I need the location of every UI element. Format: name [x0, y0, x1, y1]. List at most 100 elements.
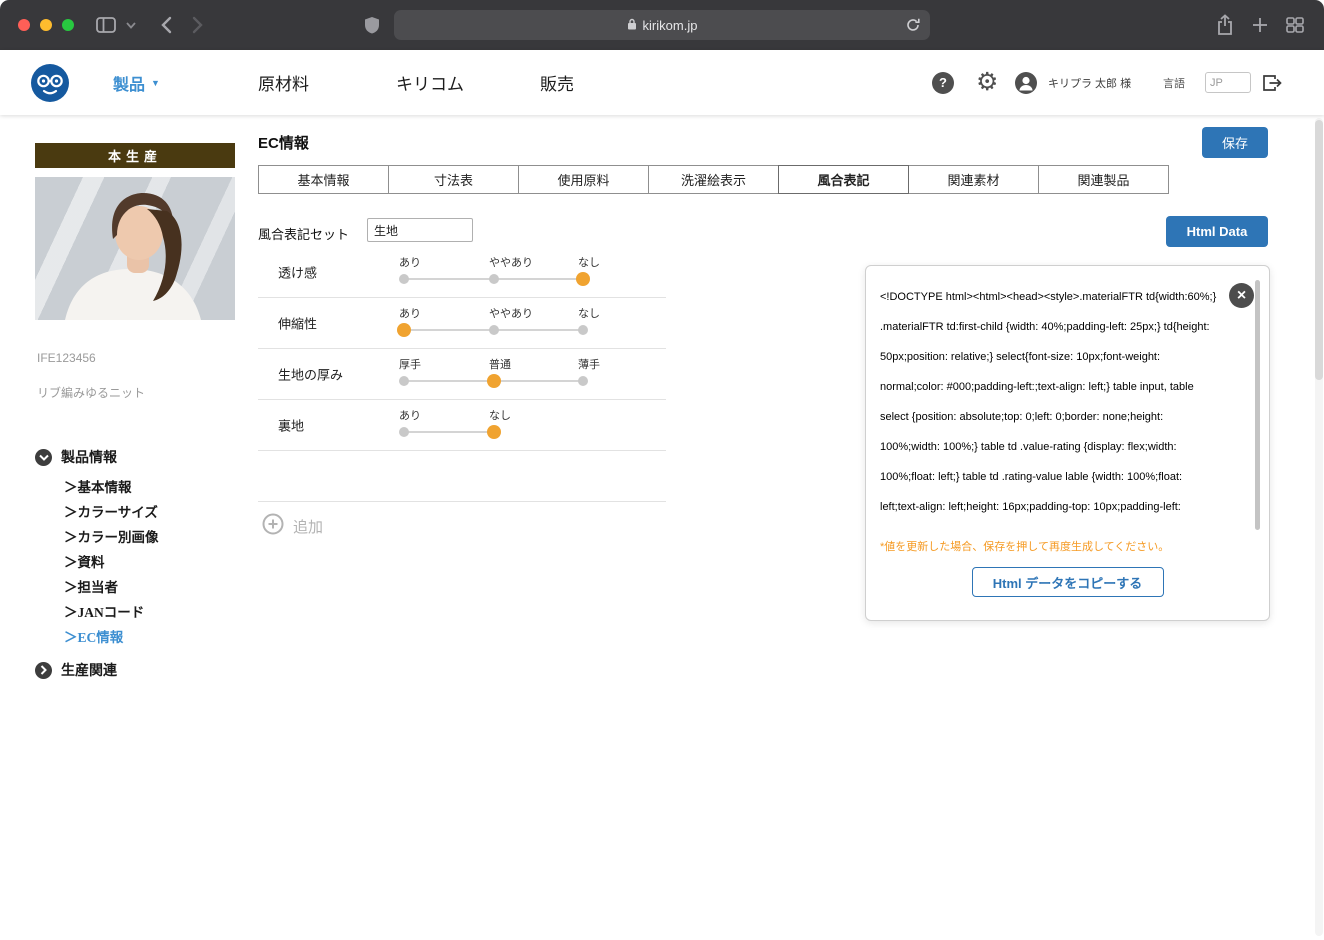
- new-tab-icon[interactable]: [1252, 0, 1268, 50]
- rating-dot[interactable]: [487, 374, 501, 388]
- rating-row-lining: 裏地 あり なし: [258, 400, 666, 451]
- rating-row-empty: [258, 451, 666, 502]
- rating-option: あり: [397, 305, 421, 337]
- save-button[interactable]: 保存: [1202, 127, 1268, 158]
- minimize-window-button[interactable]: [40, 0, 52, 50]
- sidebar-item-jan-code[interactable]: ＞JANコード: [64, 600, 235, 625]
- tab-bar: 基本情報 寸法表 使用原料 洗濯絵表示 風合表記 関連素材 関連製品: [258, 165, 1169, 194]
- rating-option-label: ややあり: [489, 308, 533, 320]
- plus-circle-icon: [262, 513, 284, 540]
- rating-dot[interactable]: [576, 272, 590, 286]
- nav-kiricom[interactable]: キリコム: [396, 50, 464, 115]
- add-rating-button[interactable]: 追加: [262, 513, 323, 540]
- texture-set-label: 風合表記セット: [258, 227, 350, 242]
- app-logo[interactable]: [30, 50, 70, 115]
- rating-option-label: 厚手: [399, 359, 421, 371]
- chevron-down-icon[interactable]: [126, 0, 136, 50]
- product-name: リブ編みゆるニット: [37, 386, 146, 400]
- forward-button[interactable]: [192, 0, 204, 50]
- address-bar[interactable]: kirikom.jp: [394, 10, 930, 40]
- nav-raw-materials[interactable]: 原材料: [258, 50, 309, 115]
- rating-dot[interactable]: [489, 274, 499, 284]
- sidebar-item-ec-info[interactable]: ＞EC情報: [64, 625, 235, 650]
- rating-dot[interactable]: [399, 427, 409, 437]
- copy-html-data-button[interactable]: Html データをコピーする: [971, 567, 1164, 597]
- rating-dot[interactable]: [399, 376, 409, 386]
- privacy-shield-icon[interactable]: [364, 0, 380, 50]
- tab-related-products[interactable]: 関連製品: [1038, 165, 1169, 194]
- rating-option-label: あり: [399, 410, 421, 422]
- page-scrollbar[interactable]: [1315, 118, 1323, 936]
- sidebar-item-color-images[interactable]: ＞カラー別画像: [64, 525, 235, 550]
- logout-icon[interactable]: [1261, 50, 1283, 115]
- sidebar-section-product-info[interactable]: 製品情報: [35, 447, 235, 467]
- rating-option: あり: [399, 407, 421, 437]
- back-button[interactable]: [160, 0, 172, 50]
- close-icon[interactable]: ×: [1229, 283, 1254, 308]
- rating-dot[interactable]: [578, 376, 588, 386]
- chevron-right-circle-icon: [35, 661, 52, 679]
- rating-option-label: ややあり: [489, 257, 533, 269]
- rating-row-stretch: 伸縮性 あり ややあり なし: [258, 298, 666, 349]
- zoom-window-button[interactable]: [62, 0, 74, 50]
- language-label: 言語: [1163, 77, 1185, 90]
- rating-dot[interactable]: [578, 325, 588, 335]
- chevron-down-circle-icon: [35, 448, 52, 466]
- rating-option: 厚手: [399, 356, 421, 386]
- sidebar-item-documents[interactable]: ＞資料: [64, 550, 235, 575]
- production-status-badge: 本生産: [35, 143, 235, 168]
- settings-gear-icon[interactable]: ⚙: [976, 50, 998, 115]
- sidebar-toggle-icon[interactable]: [96, 0, 116, 50]
- rating-dot[interactable]: [489, 325, 499, 335]
- tab-dimensions[interactable]: 寸法表: [388, 165, 519, 194]
- refresh-icon[interactable]: [906, 18, 920, 35]
- rating-option: あり: [399, 254, 421, 284]
- html-data-button[interactable]: Html Data: [1166, 216, 1268, 247]
- page-scrollbar-thumb[interactable]: [1315, 120, 1323, 380]
- texture-set-input[interactable]: [367, 218, 473, 242]
- sidebar-section-production[interactable]: 生産関連: [35, 660, 235, 680]
- rating-label: 透け感: [278, 265, 318, 281]
- rating-dot[interactable]: [399, 274, 409, 284]
- tab-care-labels[interactable]: 洗濯絵表示: [648, 165, 779, 194]
- sidebar-item-basic-info[interactable]: ＞基本情報: [64, 475, 235, 500]
- rating-option: ややあり: [489, 305, 533, 335]
- tab-texture-notation[interactable]: 風合表記: [778, 165, 909, 194]
- caret-down-icon: ▼: [151, 77, 160, 88]
- account-icon[interactable]: [1014, 50, 1038, 115]
- rating-option-label: 薄手: [578, 359, 600, 371]
- sidebar-items: ＞基本情報 ＞カラーサイズ ＞カラー別画像 ＞資料 ＞担当者 ＞JANコード ＞…: [64, 475, 235, 650]
- rating-option-label: 普通: [489, 359, 511, 371]
- sidebar-section-label: 製品情報: [61, 451, 117, 466]
- close-window-button[interactable]: [18, 0, 30, 50]
- user-name: キリプラ 太郎 様: [1048, 77, 1132, 90]
- language-input[interactable]: [1205, 72, 1251, 93]
- share-icon[interactable]: [1216, 0, 1234, 50]
- rating-option-label: あり: [399, 308, 421, 320]
- ratings-table: 透け感 あり ややあり なし 伸縮性 あり ややあり なし 生地の厚み 厚手 普…: [258, 247, 666, 502]
- rating-option: なし: [576, 254, 600, 286]
- product-dropdown[interactable]: 製品 ▼: [113, 50, 160, 115]
- help-icon[interactable]: ?: [932, 50, 954, 115]
- rating-option-label: なし: [489, 410, 511, 422]
- panel-scrollbar[interactable]: [1255, 280, 1260, 530]
- rating-dot[interactable]: [397, 323, 411, 337]
- sidebar-item-color-size[interactable]: ＞カラーサイズ: [64, 500, 235, 525]
- lock-icon: [627, 18, 637, 33]
- nav-sales[interactable]: 販売: [540, 50, 574, 115]
- tab-overview-icon[interactable]: [1286, 0, 1304, 50]
- tab-related-materials[interactable]: 関連素材: [908, 165, 1039, 194]
- app-header: 製品 ▼ 原材料 キリコム 販売 ? ⚙ キリプラ 太郎 様 言語: [0, 50, 1324, 115]
- add-button-label: 追加: [293, 519, 324, 536]
- tab-materials-used[interactable]: 使用原料: [518, 165, 649, 194]
- regenerate-warning: *値を更新した場合、保存を押して再度生成してください。: [880, 541, 1170, 553]
- page-title: EC情報: [258, 135, 309, 152]
- rating-row-transparency: 透け感 あり ややあり なし: [258, 247, 666, 298]
- rating-dot[interactable]: [487, 425, 501, 439]
- browser-chrome: kirikom.jp: [0, 0, 1324, 50]
- tab-basic-info[interactable]: 基本情報: [258, 165, 389, 194]
- rating-option-label: なし: [578, 308, 600, 320]
- rating-row-thickness: 生地の厚み 厚手 普通 薄手: [258, 349, 666, 400]
- rating-option-label: あり: [399, 257, 421, 269]
- sidebar-item-staff[interactable]: ＞担当者: [64, 575, 235, 600]
